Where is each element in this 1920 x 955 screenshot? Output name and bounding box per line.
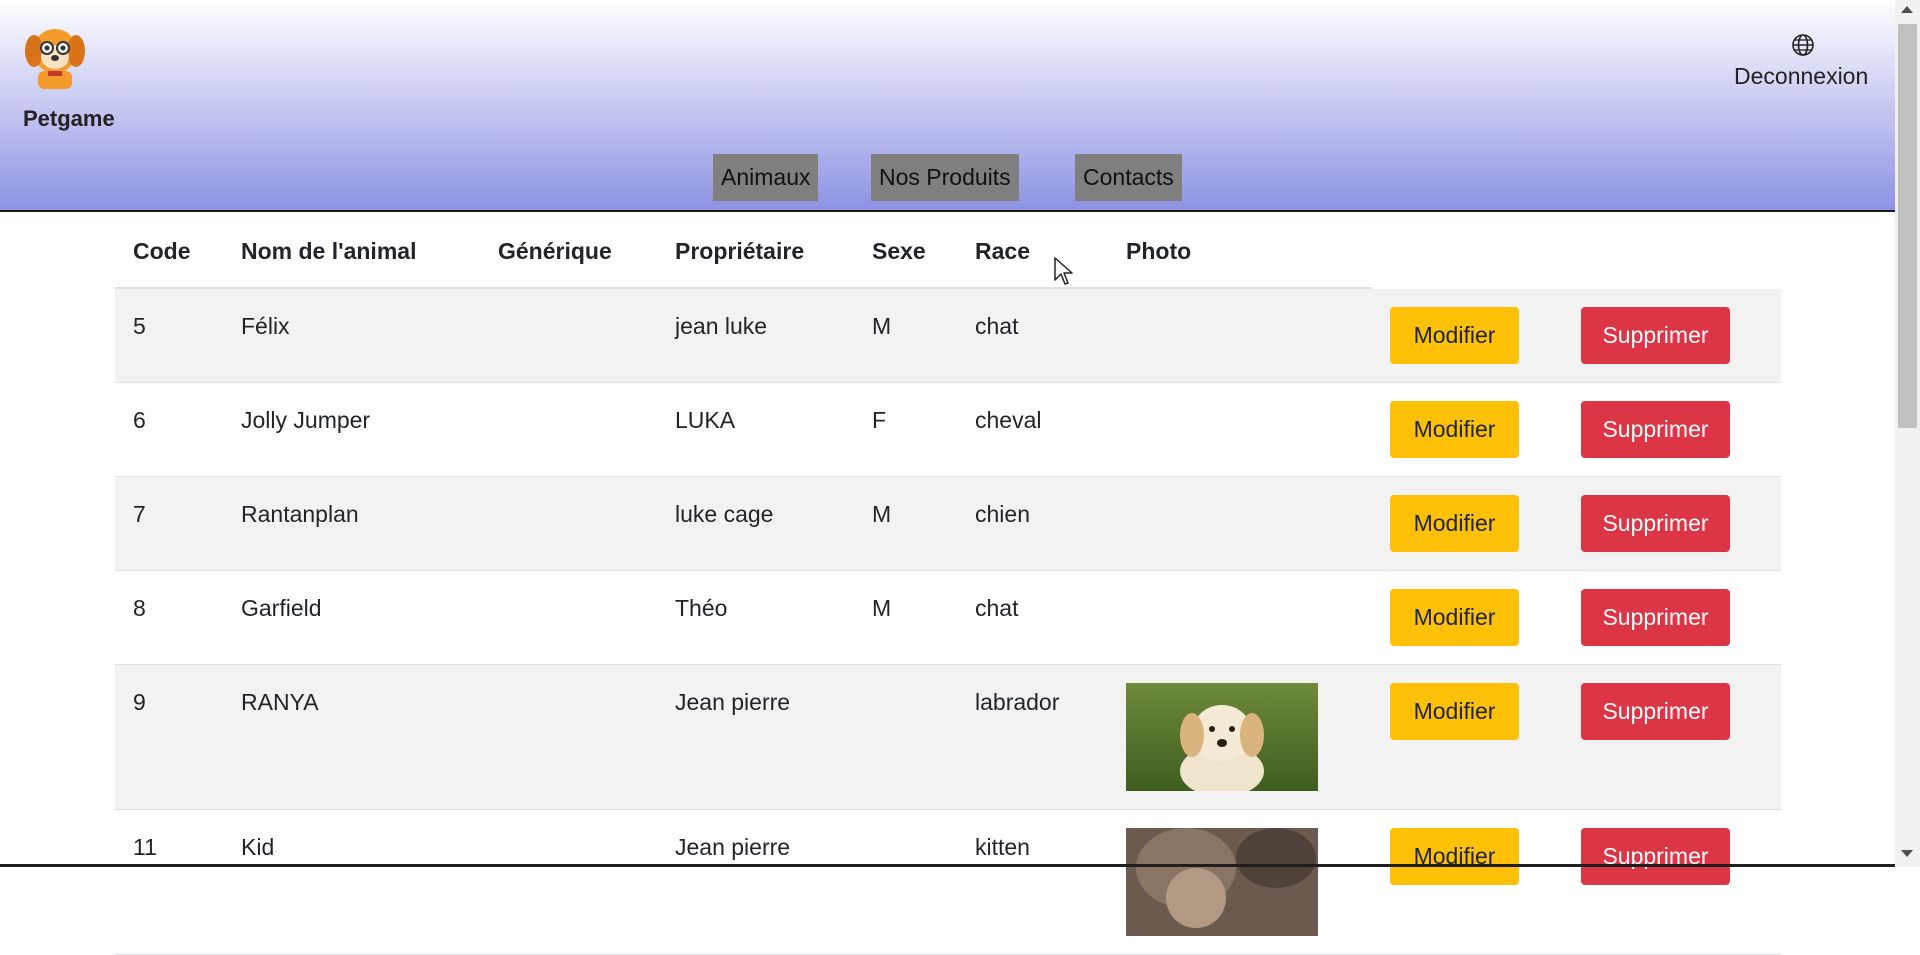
animals-table: Code Nom de l'animal Générique Propriéta… [115,212,1781,955]
cell-code: 7 [133,501,146,527]
cell-race: kitten [975,834,1030,860]
modify-button[interactable]: Modifier [1390,683,1519,740]
table-row: 11 Kid Jean pierre kitten Modifier Suppr… [115,810,1781,955]
cell-sexe: F [872,407,887,433]
delete-button[interactable]: Supprimer [1581,589,1730,646]
mouse-pointer-icon [1054,257,1073,285]
scrollbar-thumb[interactable] [1898,24,1917,428]
col-generique: Générique [498,238,612,264]
table-row: 7 Rantanplan luke cage M chien Modifier … [115,477,1781,571]
cell-sexe: M [872,501,892,527]
cell-proprietaire: jean luke [675,313,768,339]
table-row: 9 RANYA Jean pierre labrador Modifier Su… [115,665,1781,810]
cell-nom: Félix [241,313,290,339]
cell-proprietaire: Théo [675,595,728,621]
modify-button[interactable]: Modifier [1390,495,1519,552]
cell-code: 11 [133,834,157,860]
cell-nom: Rantanplan [241,501,359,527]
modify-button[interactable]: Modifier [1390,589,1519,646]
dog-logo-icon[interactable] [22,21,88,91]
scroll-up-icon[interactable] [1901,6,1913,13]
col-code: Code [133,238,191,264]
cell-code: 6 [133,407,146,433]
delete-button[interactable]: Supprimer [1581,495,1730,552]
cell-proprietaire: LUKA [675,407,736,433]
col-sexe: Sexe [872,238,926,264]
modify-button[interactable]: Modifier [1390,401,1519,458]
cell-proprietaire: Jean pierre [675,834,791,860]
cell-race: chat [975,595,1019,621]
table-row: 6 Jolly Jumper LUKA F cheval Modifier Su… [115,383,1781,477]
cell-nom: Garfield [241,595,322,621]
modify-button[interactable]: Modifier [1390,307,1519,364]
kitten-photo [1126,828,1318,936]
col-proprietaire: Propriétaire [675,238,805,264]
cell-nom: Jolly Jumper [241,407,371,433]
globe-icon[interactable] [1791,33,1815,57]
delete-button[interactable]: Supprimer [1581,828,1730,885]
cell-nom: Kid [241,834,275,860]
col-photo: Photo [1126,238,1192,264]
header-bar: Petgame Deconnexion Animaux Nos Produits… [0,0,1895,212]
col-nom: Nom de l'animal [241,238,417,264]
cell-code: 5 [133,313,146,339]
brand-name: Petgame [23,106,115,131]
cell-nom: RANYA [241,689,319,715]
cell-race: chat [975,313,1019,339]
table-header: Code Nom de l'animal Générique Propriéta… [115,212,1372,289]
cell-sexe: M [872,313,892,339]
table-row: 8 Garfield Théo M chat Modifier Supprime… [115,571,1781,665]
modify-button[interactable]: Modifier [1390,828,1519,885]
cell-race: labrador [975,689,1060,715]
delete-button[interactable]: Supprimer [1581,401,1730,458]
cell-race: cheval [975,407,1042,433]
cell-sexe: M [872,595,892,621]
delete-button[interactable]: Supprimer [1581,683,1730,740]
table-row: 5 Félix jean luke M chat Modifier Suppri… [115,289,1781,383]
cell-proprietaire: luke cage [675,501,774,527]
scroll-down-icon[interactable] [1901,850,1913,857]
cell-code: 9 [133,689,146,715]
logout-link[interactable]: Deconnexion [1734,63,1868,90]
nav-nos-produits[interactable]: Nos Produits [871,154,1019,201]
delete-button[interactable]: Supprimer [1581,307,1730,364]
nav-animaux[interactable]: Animaux [713,154,819,201]
cell-proprietaire: Jean pierre [675,689,791,715]
cell-race: chien [975,501,1030,527]
puppy-photo [1126,683,1318,791]
nav-contacts[interactable]: Contacts [1075,154,1182,201]
cell-code: 8 [133,595,146,621]
col-race: Race [975,238,1030,264]
